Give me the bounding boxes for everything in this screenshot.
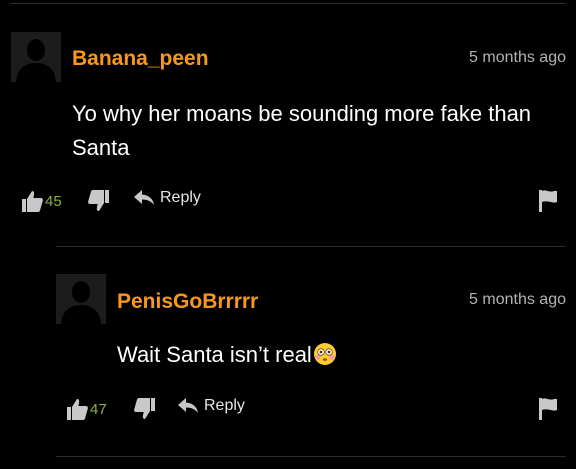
default-avatar-silhouette-icon bbox=[56, 274, 106, 324]
like-button[interactable]: 45 bbox=[20, 189, 62, 213]
flushed-face-emoji-icon bbox=[313, 343, 336, 365]
comment-text: Wait Santa isn’t real bbox=[117, 338, 567, 372]
reply-button[interactable]: Reply bbox=[133, 189, 201, 207]
avatar[interactable] bbox=[11, 32, 61, 82]
reply-label: Reply bbox=[204, 397, 245, 414]
comment-text: Yo why her moans be sounding more fake t… bbox=[72, 101, 532, 160]
comment-timestamp: 5 months ago bbox=[469, 49, 566, 66]
dislike-button[interactable] bbox=[87, 189, 111, 213]
flag-icon bbox=[539, 190, 557, 212]
reply-divider bbox=[56, 246, 566, 247]
comment-username[interactable]: PenisGoBrrrrr bbox=[117, 290, 258, 314]
thumbs-down-icon bbox=[88, 190, 109, 211]
thumbs-up-icon bbox=[22, 191, 43, 212]
comment-username[interactable]: Banana_peen bbox=[72, 47, 209, 71]
default-avatar-silhouette-icon bbox=[11, 32, 61, 82]
dislike-button[interactable] bbox=[133, 397, 157, 421]
like-count: 45 bbox=[45, 192, 62, 210]
avatar[interactable] bbox=[56, 274, 106, 324]
reply-arrow-icon bbox=[134, 190, 154, 205]
thumbs-up-icon bbox=[67, 399, 88, 420]
like-count: 47 bbox=[90, 400, 107, 418]
thumbs-down-icon bbox=[134, 398, 155, 419]
comment-timestamp: 5 months ago bbox=[469, 291, 566, 308]
reply-button[interactable]: Reply bbox=[177, 397, 245, 415]
flag-button[interactable] bbox=[538, 397, 558, 421]
top-divider bbox=[10, 3, 566, 4]
bottom-divider bbox=[56, 456, 566, 457]
flag-button[interactable] bbox=[538, 189, 558, 213]
comment-text-content: Wait Santa isn’t real bbox=[117, 342, 312, 367]
flag-icon bbox=[539, 398, 557, 420]
reply-arrow-icon bbox=[178, 398, 198, 413]
like-button[interactable]: 47 bbox=[65, 397, 107, 421]
reply-label: Reply bbox=[160, 189, 201, 206]
